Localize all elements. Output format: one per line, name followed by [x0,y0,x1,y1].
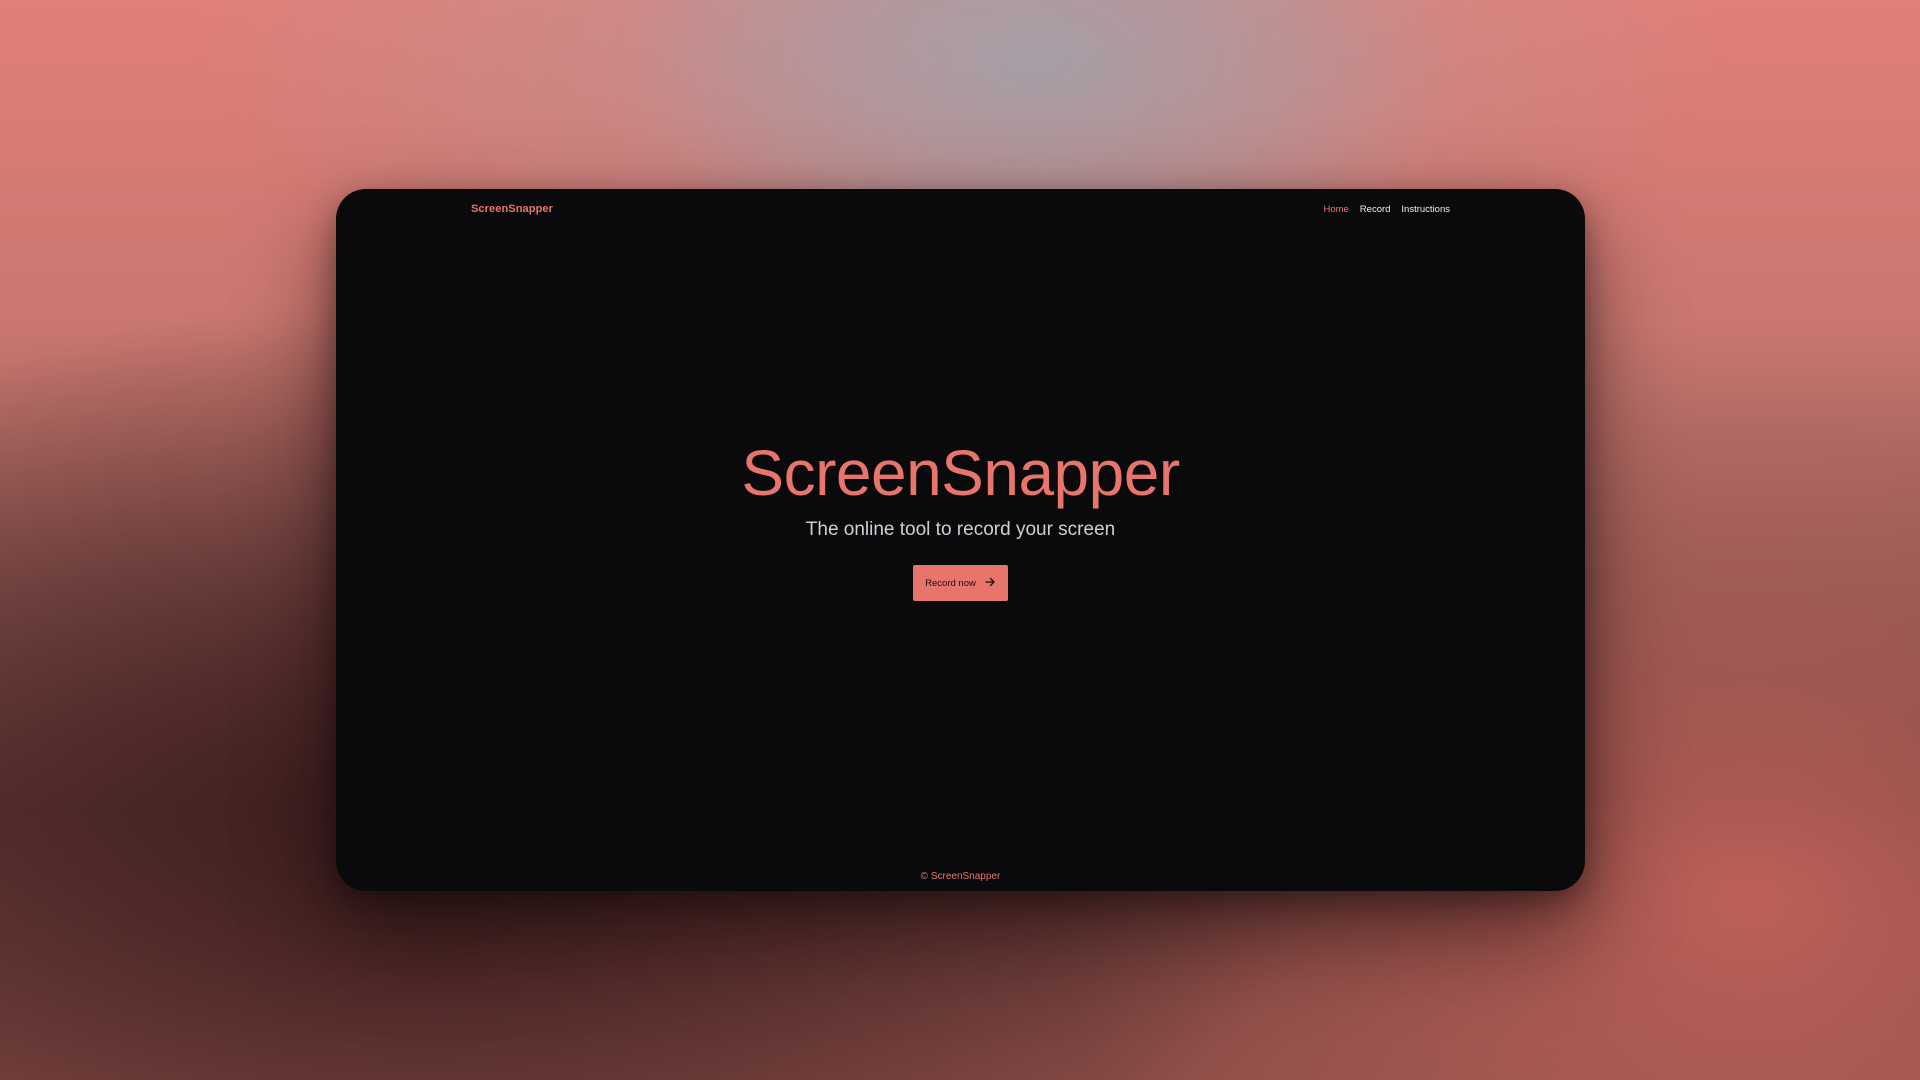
record-now-label: Record now [925,577,976,589]
main-nav: Home Record Instructions [1323,204,1450,215]
hero-section: ScreenSnapper The online tool to record … [336,441,1585,601]
top-navigation-bar: ScreenSnapper Home Record Instructions [336,189,1585,233]
record-now-button[interactable]: Record now [913,565,1008,601]
hero-subtitle: The online tool to record your screen [805,519,1116,540]
nav-item-instructions[interactable]: Instructions [1401,204,1450,215]
footer-copyright: © ScreenSnapper [920,871,1001,882]
nav-item-record[interactable]: Record [1360,204,1391,215]
hero-title: ScreenSnapper [741,437,1180,509]
arrow-right-icon [984,576,996,591]
brand-logo-text[interactable]: ScreenSnapper [471,203,553,215]
browser-window: ScreenSnapper Home Record Instructions S… [336,189,1585,891]
nav-item-home[interactable]: Home [1323,204,1348,215]
